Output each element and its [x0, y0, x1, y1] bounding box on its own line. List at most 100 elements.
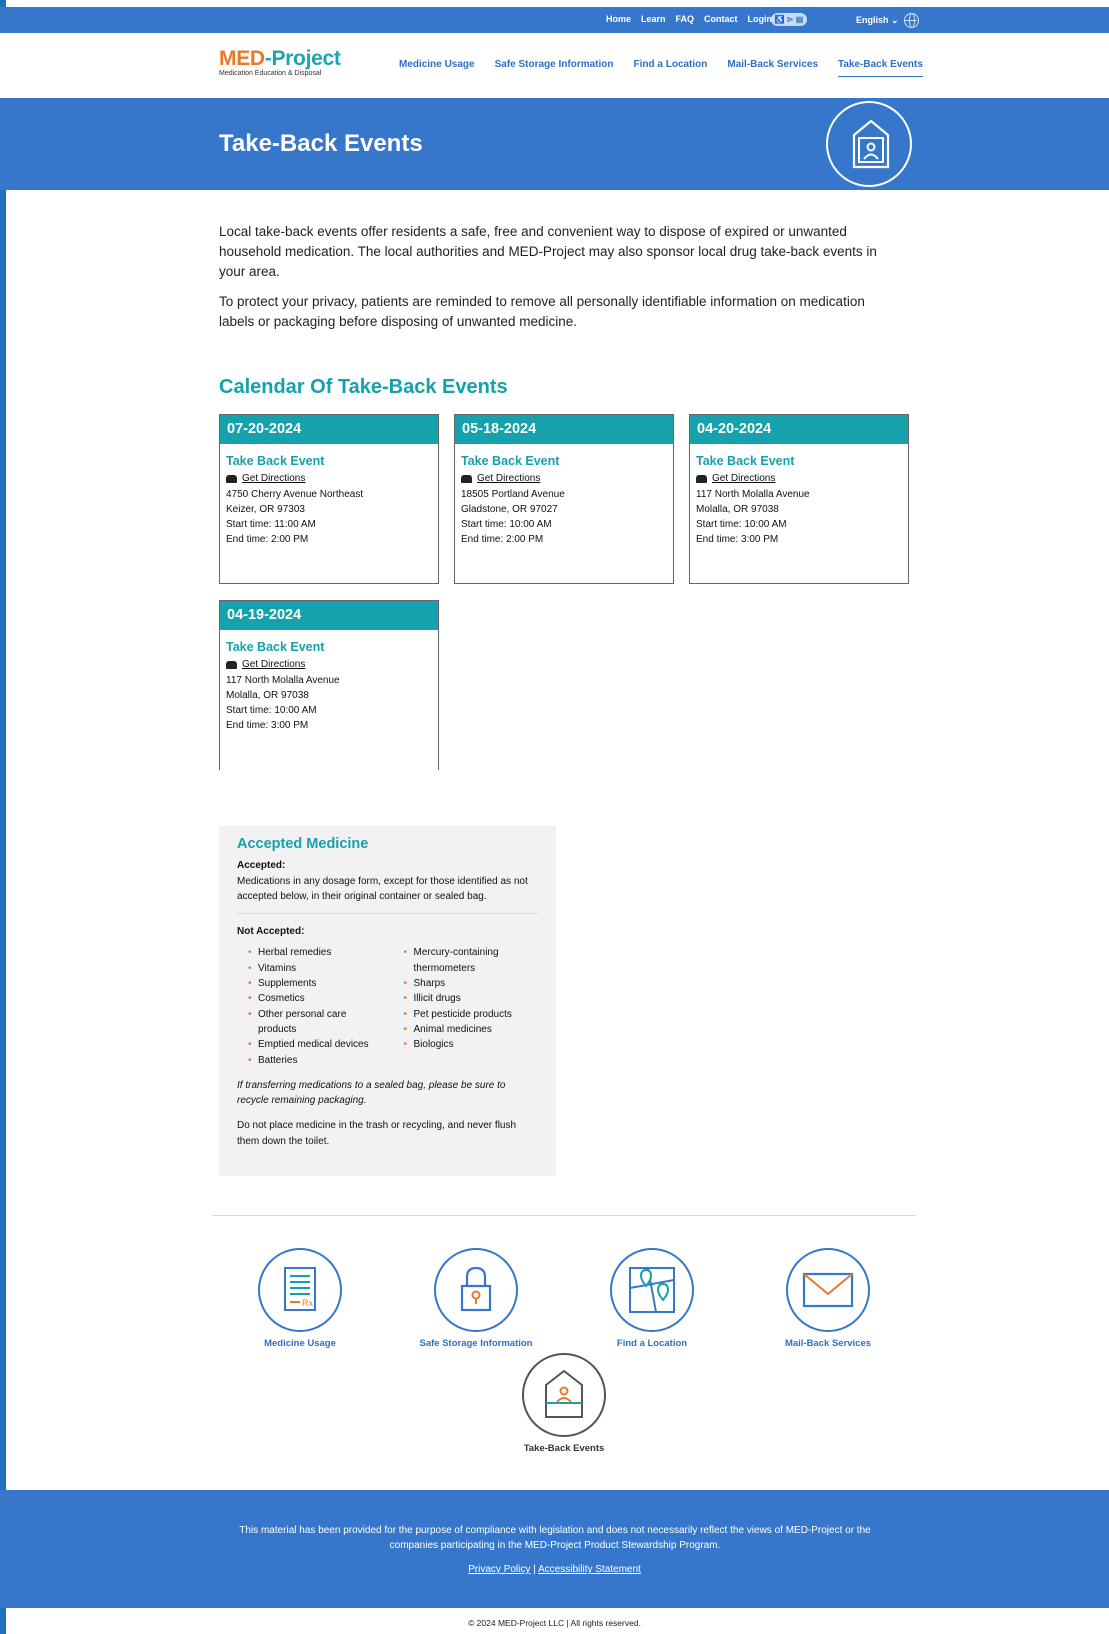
list-item: Cosmetics [237, 991, 383, 1007]
utility-bar: Home Learn FAQ Contact Login ♿ ⊳ ▤ Engli… [0, 7, 1109, 33]
event-card: 04-19-2024 Take Back Event Get Direction… [219, 600, 439, 770]
event-street: 117 North Molalla Avenue [226, 674, 340, 686]
get-directions-link[interactable]: Get Directions [226, 657, 432, 672]
home-link[interactable]: Home [606, 14, 631, 24]
event-start: Start time: 10:00 AM [696, 519, 787, 531]
booth-icon [522, 1353, 606, 1437]
globe-icon [903, 13, 919, 28]
faq-link[interactable]: FAQ [676, 14, 695, 24]
logo-med: MED [219, 47, 265, 70]
main-nav: Medicine Usage Safe Storage Information … [399, 59, 923, 77]
medicine-usage-label: Medicine Usage [264, 1338, 336, 1349]
event-end: End time: 3:00 PM [226, 720, 309, 732]
privacy-policy-link[interactable]: Privacy Policy [468, 1564, 530, 1575]
accepted-label: Accepted: [237, 860, 286, 872]
logo-tagline: Medication Education & Disposal [219, 70, 322, 77]
bottom-nav-safe-storage[interactable]: Safe Storage Information [386, 1248, 566, 1349]
contact-link[interactable]: Contact [704, 14, 738, 24]
get-directions-link[interactable]: Get Directions [696, 471, 902, 486]
nav-medicine-usage[interactable]: Medicine Usage [399, 59, 475, 77]
lock-icon [434, 1248, 518, 1332]
bottom-nav-medicine-usage[interactable]: Rx Medicine Usage [210, 1248, 390, 1349]
site-header: MED-Project Medication Education & Dispo… [0, 33, 1109, 98]
event-date: 04-20-2024 [690, 415, 908, 444]
event-street: 117 North Molalla Avenue [696, 488, 810, 500]
intro-paragraph-2: To protect your privacy, patients are re… [219, 294, 865, 329]
accepted-medicine-box: Accepted Medicine Accepted: Medications … [219, 826, 556, 1176]
learn-link[interactable]: Learn [641, 14, 666, 24]
packaging-note: If transferring medications to a sealed … [237, 1079, 506, 1107]
list-item: Animal medicines [393, 1022, 539, 1038]
accessibility-statement-link[interactable]: Accessibility Statement [538, 1564, 641, 1575]
event-title[interactable]: Take Back Event [226, 454, 432, 469]
get-directions-link[interactable]: Get Directions [461, 471, 667, 486]
event-street: 4750 Cherry Avenue Northeast [226, 488, 364, 500]
hero-banner: Take-Back Events [0, 98, 1109, 190]
list-item: Mercury-containing thermometers [393, 945, 539, 976]
event-title[interactable]: Take Back Event [226, 640, 432, 655]
accepted-title: Accepted Medicine [237, 836, 369, 852]
event-start: Start time: 11:00 AM [226, 519, 316, 531]
bottom-nav-find-location[interactable]: Find a Location [562, 1248, 742, 1349]
directions-label: Get Directions [477, 473, 541, 485]
event-start: Start time: 10:00 AM [226, 705, 317, 717]
list-item: Emptied medical devices [237, 1037, 383, 1053]
event-title[interactable]: Take Back Event [696, 454, 902, 469]
language-selector[interactable]: English ⌄ [856, 13, 919, 28]
intro-paragraph-1: Local take-back events offer residents a… [219, 224, 877, 279]
list-item: Vitamins [237, 961, 383, 977]
event-end: End time: 3:00 PM [696, 534, 779, 546]
car-icon [461, 474, 472, 483]
directions-label: Get Directions [712, 473, 776, 485]
not-accepted-list-2: Mercury-containing thermometers Sharps I… [393, 945, 539, 1067]
bottom-nav-mail-back[interactable]: Mail-Back Services [738, 1248, 918, 1349]
event-end: End time: 2:00 PM [226, 534, 309, 546]
footer-links: Privacy Policy | Accessibility Statement [0, 1564, 1109, 1575]
divider [237, 913, 538, 915]
disposal-note: Do not place medicine in the trash or re… [237, 1120, 517, 1147]
list-item: Other personal care products [237, 1007, 383, 1038]
list-item: Biologics [393, 1037, 539, 1053]
map-icon [610, 1248, 694, 1332]
booth-icon [826, 101, 912, 187]
nav-find-location[interactable]: Find a Location [634, 59, 708, 77]
list-item: Sharps [393, 976, 539, 992]
section-divider [212, 1215, 916, 1216]
envelope-icon [786, 1248, 870, 1332]
calendar-title: Calendar Of Take-Back Events [219, 376, 508, 398]
accessibility-icon[interactable]: ♿ ⊳ ▤ [771, 13, 807, 26]
footer-separator: | [533, 1564, 536, 1575]
get-directions-link[interactable]: Get Directions [226, 471, 432, 486]
page-title: Take-Back Events [219, 130, 423, 157]
directions-label: Get Directions [242, 473, 306, 485]
site-footer: This material has been provided for the … [0, 1490, 1109, 1608]
login-link[interactable]: Login [748, 14, 773, 24]
logo-project: Project [271, 47, 341, 70]
list-item: Illicit drugs [393, 991, 539, 1007]
language-label: English ⌄ [856, 15, 899, 25]
directions-label: Get Directions [242, 659, 306, 671]
list-item: Pet pesticide products [393, 1007, 539, 1023]
nav-safe-storage[interactable]: Safe Storage Information [495, 59, 614, 77]
nav-take-back-events[interactable]: Take-Back Events [838, 59, 923, 77]
nav-mail-back[interactable]: Mail-Back Services [727, 59, 818, 77]
event-card: 07-20-2024 Take Back Event Get Direction… [219, 414, 439, 584]
bottom-nav-take-back-events[interactable]: Take-Back Events [474, 1353, 654, 1454]
car-icon [226, 660, 237, 669]
take-back-events-label: Take-Back Events [523, 1443, 605, 1454]
event-city: Keizer, OR 97303 [226, 503, 305, 515]
copyright: © 2024 MED-Project LLC | All rights rese… [468, 1618, 641, 1628]
list-item: Herbal remedies [237, 945, 383, 961]
mail-back-label: Mail-Back Services [784, 1338, 872, 1349]
event-city: Gladstone, OR 97027 [461, 503, 558, 515]
not-accepted-label: Not Accepted: [237, 926, 305, 938]
med-project-logo[interactable]: MED-Project Medication Education & Dispo… [219, 47, 341, 77]
not-accepted-list-1: Herbal remedies Vitamins Supplements Cos… [237, 945, 383, 1068]
event-title[interactable]: Take Back Event [461, 454, 667, 469]
event-card: 05-18-2024 Take Back Event Get Direction… [454, 414, 674, 584]
list-item: Supplements [237, 976, 383, 992]
find-location-label: Find a Location [616, 1338, 688, 1349]
event-start: Start time: 10:00 AM [461, 519, 552, 531]
safe-storage-label: Safe Storage Information [419, 1338, 533, 1349]
event-date: 07-20-2024 [220, 415, 438, 444]
